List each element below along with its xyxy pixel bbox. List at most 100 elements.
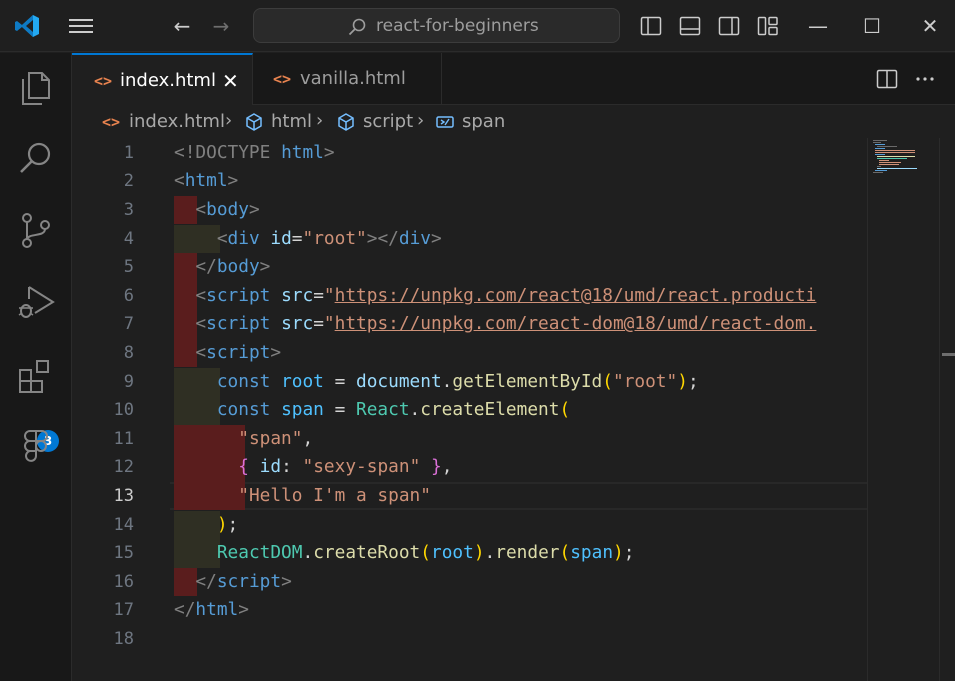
more-actions-icon[interactable] xyxy=(914,68,936,90)
split-editor-icon[interactable] xyxy=(876,68,898,90)
minimap[interactable] xyxy=(867,138,939,681)
code-line: <script> xyxy=(174,339,281,368)
toggle-primary-sidebar-icon[interactable] xyxy=(640,15,662,37)
activity-bar: 3 xyxy=(0,53,72,681)
code-line: ); xyxy=(174,511,238,540)
code-token: script xyxy=(206,284,282,306)
code-token: body xyxy=(206,198,249,220)
code-token: "Hello I'm a span" xyxy=(238,484,431,506)
code-token: ) xyxy=(613,542,624,564)
maximize-button[interactable]: ☐ xyxy=(860,14,884,38)
code-token: html xyxy=(281,141,324,163)
code-line: ReactDOM.createRoot(root).render(span); xyxy=(174,539,635,568)
search-text: react-for-beginners xyxy=(376,16,539,36)
code-token: = xyxy=(291,227,303,249)
code-editor[interactable]: 1 2 3 4 5 6 7 8 9 10 11 12 13 14 15 16 17 18 <!DOCTYPE htm… xyxy=(72,138,867,681)
breadcrumb: <> index.html › html › script › span xyxy=(72,106,955,138)
html-file-icon: <> xyxy=(102,113,121,131)
tab-vanilla-html[interactable]: <> vanilla.html xyxy=(253,53,442,105)
code-token: html xyxy=(195,599,239,621)
breadcrumb-span[interactable]: span xyxy=(462,111,505,132)
code-token[interactable]: https://unpkg.com/react-dom@18/umd/react… xyxy=(335,313,817,334)
line-number: 9 xyxy=(123,371,134,392)
code-token: ( xyxy=(559,399,571,421)
breadcrumb-file[interactable]: index.html xyxy=(129,111,225,132)
command-center-search[interactable]: react-for-beginners xyxy=(253,8,620,43)
search-icon xyxy=(348,18,366,36)
code-line: <html> xyxy=(174,167,238,196)
menu-icon[interactable] xyxy=(68,16,94,36)
code-token: , xyxy=(302,427,314,449)
code-token: > xyxy=(227,170,239,192)
code-token: const xyxy=(216,370,282,392)
back-arrow-icon[interactable]: ← xyxy=(170,14,194,38)
code-line: </body> xyxy=(174,253,270,282)
breadcrumb-script[interactable]: script xyxy=(363,111,413,132)
run-debug-icon[interactable] xyxy=(15,281,57,323)
code-token: createRoot xyxy=(313,542,421,564)
close-tab-icon[interactable]: ✕ xyxy=(222,69,239,93)
code-token: script xyxy=(216,570,282,592)
breadcrumb-html[interactable]: html xyxy=(271,111,312,132)
line-number: 8 xyxy=(123,342,134,363)
code-token: > xyxy=(270,341,282,363)
toggle-panel-icon[interactable] xyxy=(679,15,701,37)
code-token: > xyxy=(238,599,249,621)
code-token: </ xyxy=(195,256,217,278)
code-line: const root = document.getElementById("ro… xyxy=(174,368,699,397)
tab-index-html[interactable]: <> index.html ✕ xyxy=(72,53,253,105)
code-token: ( xyxy=(420,542,431,564)
code-token: > xyxy=(248,198,260,220)
code-line: <body> xyxy=(174,196,260,225)
code-token: < xyxy=(195,284,207,306)
close-window-button[interactable]: ✕ xyxy=(918,14,942,38)
code-token: ) xyxy=(216,513,228,535)
html-file-icon: <> xyxy=(273,70,292,88)
code-token: < xyxy=(174,170,185,192)
code-line: const span = React.createElement( xyxy=(174,396,570,425)
line-number: 11 xyxy=(113,428,134,449)
forward-arrow-icon[interactable]: → xyxy=(209,14,233,38)
html-file-icon: <> xyxy=(94,72,113,90)
code-token[interactable]: https://unpkg.com/react@18/umd/react.pro… xyxy=(335,285,817,306)
customize-layout-icon[interactable] xyxy=(757,15,779,37)
code-token: getElementById xyxy=(452,370,603,392)
code-token: div xyxy=(227,227,271,249)
code-token: div xyxy=(398,227,431,249)
figma-icon[interactable] xyxy=(15,427,57,469)
explorer-icon[interactable] xyxy=(15,67,57,109)
code-token: "root" xyxy=(612,370,678,392)
code-token: "sexy-span" xyxy=(302,456,421,478)
code-token: . xyxy=(409,399,421,421)
code-line: </html> xyxy=(174,596,249,625)
code-line: "span", xyxy=(174,425,313,454)
source-control-icon[interactable] xyxy=(15,209,57,251)
code-token: ; xyxy=(227,513,239,535)
code-token: ; xyxy=(623,542,635,564)
code-token: span xyxy=(570,542,614,564)
code-token: { xyxy=(238,456,249,478)
code-token: body xyxy=(216,256,260,278)
line-number: 5 xyxy=(123,257,134,278)
code-token: . xyxy=(302,542,314,564)
code-token: </ xyxy=(195,570,217,592)
code-token: </ xyxy=(174,599,196,621)
code-token: ReactDOM xyxy=(216,542,303,564)
code-token: . xyxy=(441,370,453,392)
search-icon[interactable] xyxy=(15,137,57,179)
extensions-icon[interactable] xyxy=(15,355,57,397)
minimize-button[interactable]: — xyxy=(806,14,830,38)
code-token: span xyxy=(281,399,324,421)
code-token: = xyxy=(323,399,357,421)
code-token: . xyxy=(484,542,496,564)
code-token: < xyxy=(216,227,228,249)
vertical-scrollbar[interactable] xyxy=(939,138,955,681)
vscode-logo-icon[interactable] xyxy=(14,13,40,39)
toggle-secondary-sidebar-icon[interactable] xyxy=(718,15,740,37)
